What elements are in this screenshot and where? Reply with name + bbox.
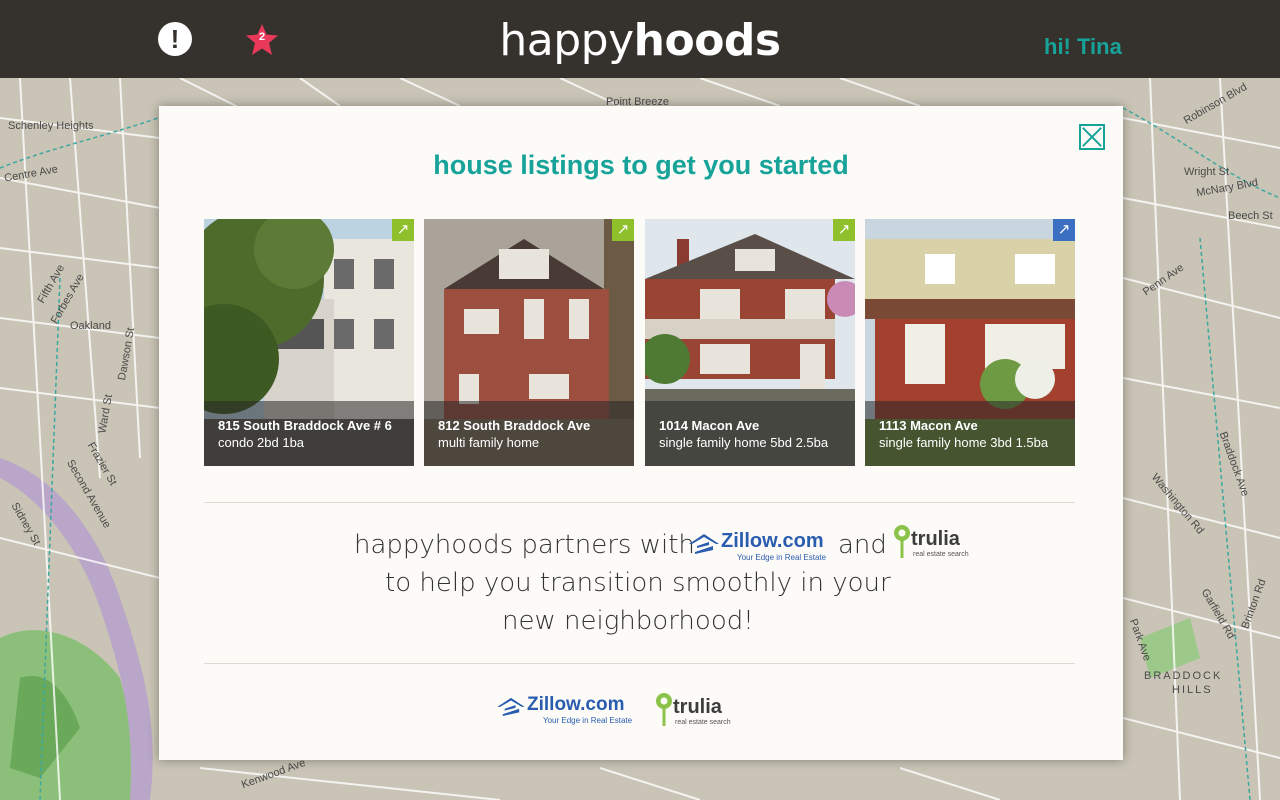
user-greeting[interactable]: hi! Tina <box>1044 34 1122 60</box>
trulia-name: trulia <box>911 528 960 550</box>
listing-card[interactable]: ↗ 1113 Macon Ave single family home 3bd … <box>865 219 1075 466</box>
map-label: Oakland <box>70 320 111 332</box>
zillow-house-icon <box>497 697 525 716</box>
trulia-logo-footer[interactable]: trulia real estate search <box>655 692 735 732</box>
listing-description: condo 2bd 1ba <box>218 435 305 450</box>
listing-address: 812 South Braddock Ave <box>438 418 591 433</box>
logo-light: happy <box>499 15 634 66</box>
zillow-tagline: Your Edge in Real Estate <box>543 716 633 725</box>
zillow-logo-footer[interactable]: Zillow.com Your Edge in Real Estate <box>497 694 637 728</box>
zillow-name: Zillow.com <box>721 530 824 552</box>
listings-modal: house listings to get you started ↗ 815 … <box>159 106 1123 760</box>
listing-description: single family home 5bd 2.5ba <box>659 435 829 450</box>
listing-card[interactable]: ↗ 812 South Braddock Ave multi family ho… <box>424 219 634 466</box>
partner-text-line3: new neighborhood! <box>502 606 754 636</box>
divider <box>204 663 1075 664</box>
zillow-name: Zillow.com <box>527 694 625 715</box>
listing-address: 815 South Braddock Ave # 6 <box>218 418 392 433</box>
listing-caption: 815 South Braddock Ave # 6 condo 2bd 1ba <box>204 401 414 466</box>
external-link-icon[interactable]: ↗ <box>1053 219 1075 241</box>
trulia-tagline: real estate search <box>675 719 731 726</box>
listing-description: single family home 3bd 1.5ba <box>879 435 1049 450</box>
listing-address: 1113 Macon Ave <box>879 418 978 433</box>
external-link-icon[interactable]: ↗ <box>612 219 634 241</box>
map-label: Beech St <box>1228 210 1273 222</box>
zillow-house-icon <box>689 534 719 554</box>
logo-bold: hoods <box>633 15 781 66</box>
listing-caption: 812 South Braddock Ave multi family home <box>424 401 634 466</box>
partner-text-line1: happyhoods partners with <box>354 530 695 560</box>
listing-cards: ↗ 815 South Braddock Ave # 6 condo 2bd 1… <box>204 219 1075 466</box>
zillow-tagline: Your Edge in Real Estate <box>737 553 827 562</box>
modal-title: house listings to get you started <box>433 150 849 180</box>
close-icon[interactable] <box>1079 124 1105 150</box>
listing-address: 1014 Macon Ave <box>659 418 760 433</box>
listing-card[interactable]: ↗ 1014 Macon Ave single family home 5bd … <box>645 219 855 466</box>
divider <box>204 502 1075 503</box>
map-label: HILLS <box>1172 684 1213 696</box>
zillow-logo[interactable]: Zillow.com Your Edge in Real Estate <box>689 530 829 564</box>
map-label: BRADDOCK <box>1144 670 1223 682</box>
trulia-pin-icon <box>656 693 672 726</box>
external-link-icon[interactable]: ↗ <box>833 219 855 241</box>
partner-text-and: and <box>838 530 887 560</box>
trulia-tagline: real estate search <box>913 551 969 558</box>
map-label: Schenley Heights <box>8 120 94 132</box>
top-bar: ! 2 happyhoods hi! Tina <box>0 0 1280 78</box>
map-label: Wright St <box>1184 166 1230 178</box>
listing-caption: 1113 Macon Ave single family home 3bd 1.… <box>865 401 1075 466</box>
listing-caption: 1014 Macon Ave single family home 5bd 2.… <box>645 401 855 466</box>
listing-description: multi family home <box>438 435 540 450</box>
trulia-name: trulia <box>673 696 722 718</box>
listing-card[interactable]: ↗ 815 South Braddock Ave # 6 condo 2bd 1… <box>204 219 414 466</box>
trulia-pin-icon <box>894 525 910 558</box>
trulia-logo[interactable]: trulia real estate search <box>893 524 973 564</box>
external-link-icon[interactable]: ↗ <box>392 219 414 241</box>
partner-text-line2: to help you transition smoothly in your <box>385 568 891 598</box>
